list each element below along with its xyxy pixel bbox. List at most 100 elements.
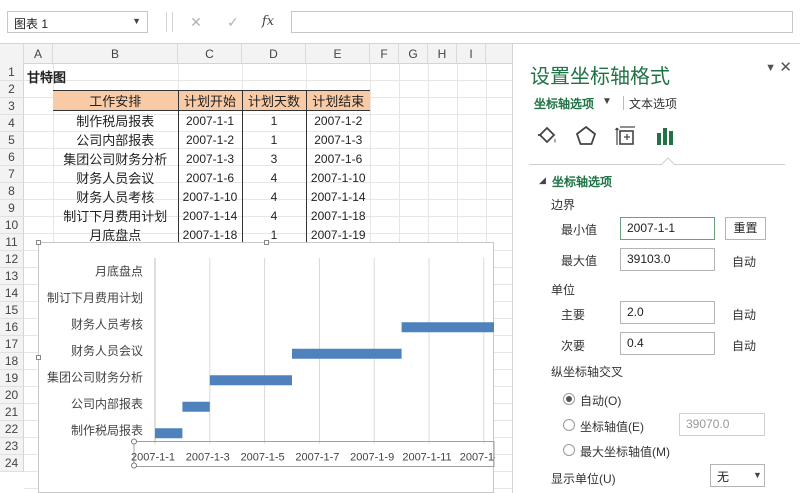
name-box[interactable]: 图表 1 ▼ [7,11,148,33]
radio-axis-value-label[interactable]: 坐标轴值(E) [580,418,644,435]
chevron-down-icon[interactable]: ▼ [132,16,141,26]
row-header[interactable]: 10 [0,217,24,234]
table-cell[interactable]: 2007-1-10 [177,187,242,206]
table-cell[interactable]: 2007-1-2 [177,130,242,149]
close-icon[interactable]: ✕ [185,11,207,33]
row-header[interactable]: 22 [0,421,24,438]
gantt-bar[interactable] [209,375,292,386]
table-cell[interactable]: 2007-1-2 [305,110,370,130]
axis-value-input[interactable]: 39070.0 [679,413,765,436]
minor-auto-button[interactable]: 自动 [732,337,756,354]
paint-bucket-icon[interactable] [535,124,559,148]
row-header[interactable]: 14 [0,285,24,302]
axis-handle[interactable] [131,462,137,469]
resize-handle[interactable] [264,240,269,245]
row-header[interactable]: 24 [0,455,24,472]
radio-auto[interactable] [563,393,575,405]
table-cell[interactable]: 2007-1-3 [305,130,370,149]
table-cell[interactable]: 3 [241,149,306,168]
close-icon[interactable]: ✕ [779,58,792,76]
gantt-bar[interactable] [401,322,494,333]
table-cell[interactable]: 2007-1-10 [305,168,370,187]
row-header[interactable]: 7 [0,166,24,183]
gantt-bar[interactable] [292,348,402,359]
radio-max-axis-value[interactable] [563,444,575,456]
row-header[interactable]: 16 [0,319,24,336]
max-bound-input[interactable]: 39103.0 [620,248,715,271]
tab-axis-options[interactable]: 坐标轴选项 [534,95,594,112]
gantt-chart[interactable]: 制作税局报表 公司内部报表 集团公司财务分析 财务人员会议 财务人员考核 制订下月费用计划… [36,240,495,493]
resize-handle[interactable] [36,355,41,360]
table-cell[interactable]: 制作税局报表 [53,111,178,131]
row-header[interactable]: 15 [0,302,24,319]
row-header[interactable]: 11 [0,234,24,251]
table-cell[interactable]: 制订下月费用计划 [53,206,178,225]
row-header[interactable]: 6 [0,149,24,166]
sheet-title[interactable]: 甘特图 [27,67,66,86]
column-header[interactable]: B [53,44,178,64]
table-cell[interactable]: 2007-1-14 [177,206,242,225]
minor-unit-input[interactable]: 0.4 [620,332,715,355]
section-title[interactable]: 坐标轴选项 [552,173,612,190]
chevron-down-icon[interactable]: ▼ [765,62,776,74]
gantt-bar[interactable] [182,401,210,412]
row-header[interactable]: 13 [0,268,24,285]
column-header[interactable]: C [178,44,242,64]
column-header[interactable]: F [370,44,399,64]
chevron-down-icon[interactable]: ▼ [753,470,762,480]
select-all-corner[interactable] [0,44,24,64]
row-header[interactable]: 2 [0,81,24,98]
table-cell[interactable]: 2007-1-6 [177,168,242,187]
tab-text-options[interactable]: 文本选项 [629,95,677,112]
table-cell[interactable]: 4 [241,187,306,206]
row-header[interactable]: 12 [0,251,24,268]
radio-max-axis-value-label[interactable]: 最大坐标轴值(M) [580,443,670,460]
table-cell[interactable]: 2007-1-3 [177,149,242,168]
table-cell[interactable]: 4 [241,206,306,225]
table-cell[interactable]: 公司内部报表 [53,130,178,149]
bar-chart-icon[interactable] [654,124,678,148]
column-header[interactable]: A [24,44,53,64]
axis-handle[interactable] [131,438,137,445]
table-cell[interactable]: 财务人员会议 [53,168,178,187]
row-header[interactable]: 23 [0,438,24,455]
resize-handle[interactable] [36,240,41,245]
header-cell[interactable]: 计划结束 [305,90,370,111]
table-cell[interactable]: 2007-1-14 [305,187,370,206]
chevron-down-icon[interactable]: ▼ [602,96,612,107]
table-cell[interactable]: 4 [241,168,306,187]
row-header[interactable]: 3 [0,98,24,115]
row-header[interactable]: 9 [0,200,24,217]
row-header[interactable]: 4 [0,115,24,132]
column-header[interactable]: H [428,44,457,64]
column-header[interactable]: I [457,44,486,64]
header-cell[interactable]: 工作安排 [53,90,178,111]
max-auto-button[interactable]: 自动 [732,253,756,270]
header-cell[interactable]: 计划开始 [177,90,242,111]
size-properties-icon[interactable] [614,124,638,148]
collapse-triangle-icon[interactable]: ◢ [539,175,546,186]
column-header[interactable]: E [306,44,370,64]
formula-input[interactable] [291,11,793,33]
table-cell[interactable]: 集团公司财务分析 [53,149,178,168]
table-cell[interactable]: 1 [241,110,306,130]
row-header[interactable]: 20 [0,387,24,404]
major-auto-button[interactable]: 自动 [732,306,756,323]
row-header[interactable]: 18 [0,353,24,370]
row-header[interactable]: 8 [0,183,24,200]
row-header[interactable]: 17 [0,336,24,353]
table-cell[interactable]: 1 [241,130,306,149]
radio-auto-label[interactable]: 自动(O) [580,392,621,409]
row-header[interactable]: 1 [0,64,24,81]
table-cell[interactable]: 2007-1-18 [305,206,370,225]
column-header[interactable]: D [242,44,306,64]
row-header[interactable]: 21 [0,404,24,421]
table-cell[interactable]: 财务人员考核 [53,187,178,206]
check-icon[interactable]: ✓ [222,11,244,33]
table-cell[interactable]: 2007-1-1 [177,110,242,130]
pentagon-effects-icon[interactable] [574,124,598,148]
row-header[interactable]: 19 [0,370,24,387]
gantt-bar[interactable] [155,428,183,439]
min-bound-input[interactable]: 2007-1-1 [620,217,715,240]
fx-icon[interactable]: fx [257,11,279,33]
